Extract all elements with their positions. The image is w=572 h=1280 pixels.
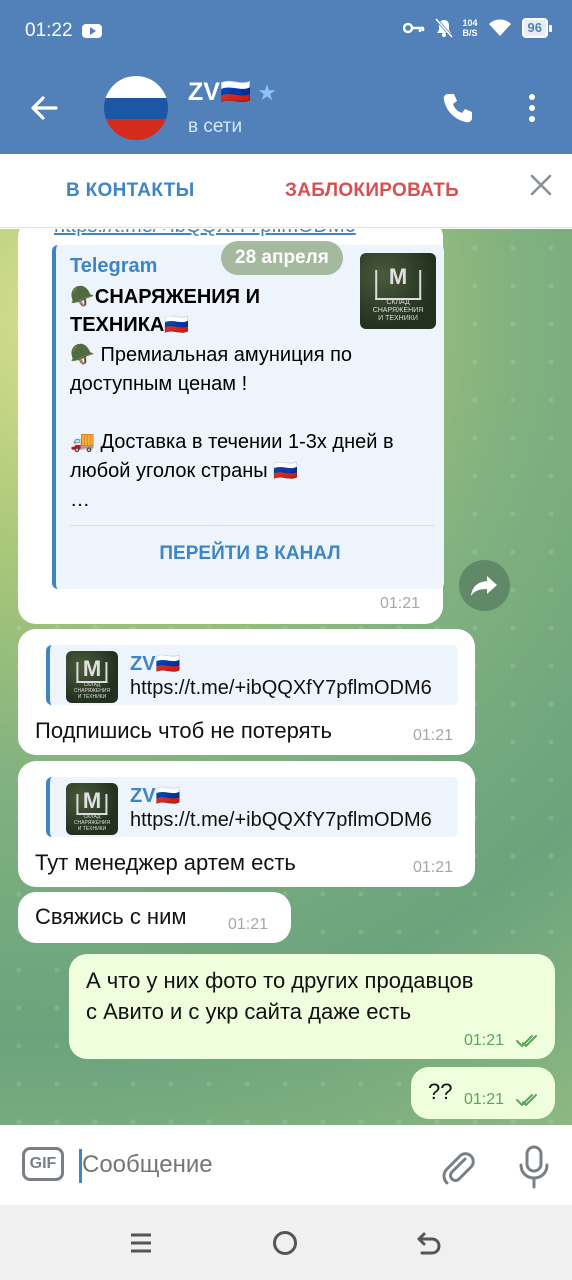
forward-button[interactable] xyxy=(459,560,510,611)
message-bubble-incoming[interactable]: https://t.me/+ibQQXfY7pflmODM6 Telegram … xyxy=(18,229,444,624)
recent-apps-icon[interactable] xyxy=(130,1232,152,1254)
thumbnail-caption: СКЛАД СНАРЯЖЕНИЯ И ТЕХНИКИ xyxy=(73,682,111,700)
forward-arrow-icon xyxy=(471,576,497,596)
date-separator: 28 апреля xyxy=(221,241,343,275)
chat-area[interactable]: https://t.me/+ibQQXfY7pflmODM6 Telegram … xyxy=(0,229,572,1125)
preview-thumbnail: СКЛАД СНАРЯЖЕНИЯ И ТЕХНИКИ xyxy=(360,253,436,329)
quote-url[interactable]: https://t.me/+ibQQXfY7pflmODM6 xyxy=(130,677,432,700)
message-time: 01:21 xyxy=(413,859,454,876)
mute-icon xyxy=(434,18,453,38)
message-input-bar: GIF xyxy=(0,1125,572,1205)
block-user-button[interactable]: ЗАБЛОКИРОВАТЬ xyxy=(285,180,459,202)
network-speed-unit: B/S xyxy=(462,28,478,38)
chat-title: ZV🇷🇺 xyxy=(188,78,252,106)
wifi-icon xyxy=(488,19,511,36)
back-arrow-icon[interactable] xyxy=(26,90,62,126)
link-quote[interactable]: СКЛАД СНАРЯЖЕНИЯ И ТЕХНИКИ ZV🇷🇺 https://… xyxy=(46,777,458,837)
preview-divider xyxy=(70,525,434,526)
preview-site-name: Telegram xyxy=(70,255,158,277)
preview-description: 🪖 Премиальная амуниция по доступным цена… xyxy=(70,344,394,511)
message-text: ?? xyxy=(428,1079,453,1104)
message-time: 01:21 xyxy=(380,595,421,612)
status-icons: 104 B/S 96 xyxy=(402,18,553,38)
chat-title-row[interactable]: ZV🇷🇺 ★ xyxy=(188,78,277,107)
quote-channel-name: ZV🇷🇺 xyxy=(130,785,181,807)
message-bubble-outgoing[interactable]: А что у них фото то других продавцов с А… xyxy=(69,954,555,1059)
read-checkmark-icon xyxy=(516,1094,537,1107)
youtube-notification-icon xyxy=(82,24,102,38)
chat-header: ZV🇷🇺 ★ в сети xyxy=(0,62,572,154)
link-preview[interactable]: Telegram 🪖СНАРЯЖЕНИЯ И ТЕХНИКА🇷🇺 🪖 Преми… xyxy=(52,245,444,589)
channel-logo-icon xyxy=(76,656,108,684)
phone-icon[interactable] xyxy=(440,90,476,126)
gif-button[interactable]: GIF xyxy=(22,1147,64,1181)
system-nav-bar xyxy=(0,1205,572,1280)
message-time: 01:21 xyxy=(228,916,269,933)
message-text-line-2: с Авито и с укр сайта даже есть xyxy=(86,999,412,1024)
quote-thumbnail: СКЛАД СНАРЯЖЕНИЯ И ТЕХНИКИ xyxy=(66,651,118,703)
message-bubble-incoming[interactable]: СКЛАД СНАРЯЖЕНИЯ И ТЕХНИКИ ZV🇷🇺 https://… xyxy=(18,629,475,755)
message-text: Подпишись чтоб не потерять xyxy=(35,718,333,743)
open-channel-button[interactable]: ПЕРЕЙТИ В КАНАЛ xyxy=(56,543,444,565)
thumbnail-caption: СКЛАД СНАРЯЖЕНИЯ И ТЕХНИКИ xyxy=(372,299,424,322)
message-text: Тут менеджер артем есть xyxy=(35,850,296,875)
message-bubble-outgoing[interactable]: ?? 01:21 xyxy=(411,1067,555,1119)
system-back-icon[interactable] xyxy=(416,1231,442,1257)
battery-indicator: 96 xyxy=(521,18,553,38)
quote-thumbnail: СКЛАД СНАРЯЖЕНИЯ И ТЕХНИКИ xyxy=(66,783,118,835)
close-icon[interactable] xyxy=(526,170,556,200)
contact-action-bar: В КОНТАКТЫ ЗАБЛОКИРОВАТЬ xyxy=(0,154,572,228)
quote-channel-name: ZV🇷🇺 xyxy=(130,653,181,675)
message-input[interactable] xyxy=(82,1151,422,1179)
network-speed-value: 104 xyxy=(462,18,478,28)
preview-title: 🪖СНАРЯЖЕНИЯ И ТЕХНИКА🇷🇺 xyxy=(70,286,260,336)
message-time: 01:21 xyxy=(464,1032,505,1049)
status-time: 01:22 xyxy=(25,20,73,41)
message-link[interactable]: https://t.me/+ibQQXfY7pflmODM6 xyxy=(54,229,356,238)
attach-icon[interactable] xyxy=(438,1147,478,1187)
message-time: 01:21 xyxy=(464,1091,505,1108)
microphone-icon[interactable] xyxy=(514,1145,554,1189)
channel-logo-icon xyxy=(375,264,421,301)
message-bubble-incoming[interactable]: СКЛАД СНАРЯЖЕНИЯ И ТЕХНИКИ ZV🇷🇺 https://… xyxy=(18,761,475,887)
chat-status: в сети xyxy=(188,116,243,137)
network-speed: 104 B/S xyxy=(463,18,478,38)
message-text: Свяжись с ним xyxy=(35,904,187,929)
thumbnail-caption: СКЛАД СНАРЯЖЕНИЯ И ТЕХНИКИ xyxy=(73,814,111,832)
message-bubble-incoming[interactable]: Свяжись с ним 01:21 xyxy=(18,892,291,943)
channel-logo-icon xyxy=(76,788,108,816)
status-bar: 01:22 104 B/S 96 xyxy=(0,0,572,62)
more-options-icon[interactable] xyxy=(522,92,542,124)
key-icon xyxy=(402,22,424,34)
add-to-contacts-button[interactable]: В КОНТАКТЫ xyxy=(66,180,195,202)
avatar[interactable] xyxy=(104,76,168,140)
premium-star-icon: ★ xyxy=(257,79,277,105)
message-time: 01:21 xyxy=(413,727,454,744)
read-checkmark-icon xyxy=(516,1035,537,1048)
home-icon[interactable] xyxy=(273,1231,297,1255)
message-text-line-1: А что у них фото то других продавцов xyxy=(86,968,474,993)
quote-url[interactable]: https://t.me/+ibQQXfY7pflmODM6 xyxy=(130,809,432,832)
link-quote[interactable]: СКЛАД СНАРЯЖЕНИЯ И ТЕХНИКИ ZV🇷🇺 https://… xyxy=(46,645,458,705)
